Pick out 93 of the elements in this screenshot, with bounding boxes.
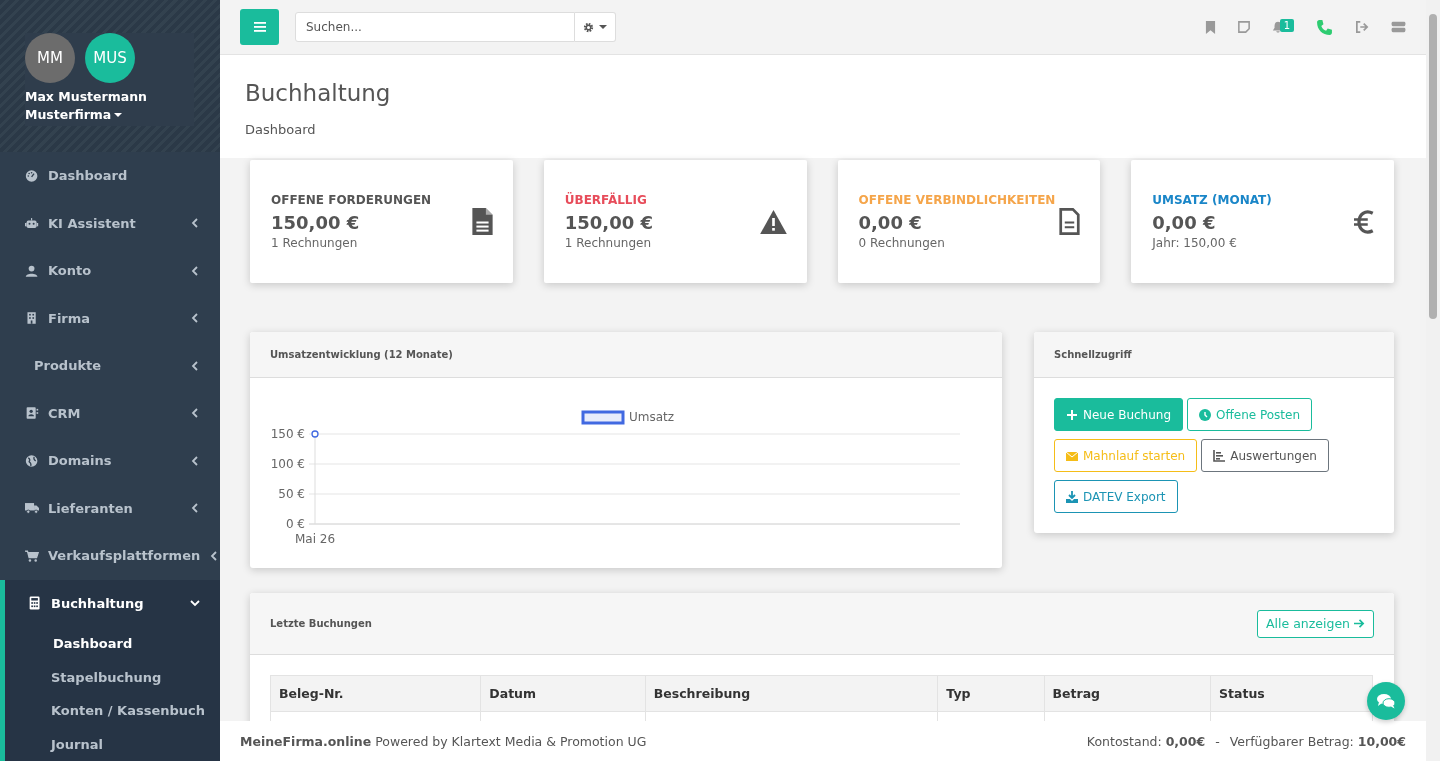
stat-label: OFFENE FORDERUNGEN xyxy=(271,193,432,207)
server-icon xyxy=(1391,21,1406,33)
chevron-icon xyxy=(190,360,200,371)
panel-title: Umsatzentwicklung (12 Monate) xyxy=(270,349,453,360)
chevron-icon xyxy=(190,598,200,609)
page-title: Buchhaltung xyxy=(245,80,392,106)
phone-icon xyxy=(1316,18,1333,36)
stat-value: 150,00 € xyxy=(564,212,653,233)
plus-icon xyxy=(1066,408,1078,421)
menu-button[interactable] xyxy=(240,9,279,45)
stat-label: ÜBERFÄLLIG xyxy=(564,193,648,207)
panel-title: Schnellzugriff xyxy=(1054,349,1132,360)
chart-legend[interactable]: Umsatz xyxy=(581,410,675,425)
legend-label: Umsatz xyxy=(629,410,675,424)
search-field[interactable]: Suchen... xyxy=(295,12,575,42)
avatar[interactable]: MM xyxy=(25,33,75,83)
sidebar-item[interactable]: Konto xyxy=(0,247,220,295)
account-balance: Kontostand: 0,00€ xyxy=(1086,733,1206,749)
bookmark-icon xyxy=(1204,20,1216,34)
stat-label: UMSATZ (MONAT) xyxy=(1152,193,1272,207)
chat-icon xyxy=(1377,693,1395,709)
quick-action-button[interactable]: Auswertungen xyxy=(1201,439,1329,472)
submenu-item[interactable]: Stapelbuchung xyxy=(5,660,220,694)
stat-label: OFFENE VERBINDLICHKEITEN xyxy=(858,193,1056,207)
sidebar-item[interactable]: Lieferanten xyxy=(0,484,220,532)
download-icon xyxy=(1066,490,1078,503)
sidebar-item[interactable]: Firma xyxy=(0,294,220,342)
separator-text: - xyxy=(1215,733,1220,749)
warning-icon xyxy=(759,209,787,234)
stat-subtext: Jahr: 150,00 € xyxy=(1152,236,1238,250)
document-outline-icon xyxy=(1059,208,1081,235)
stat-subtext: 1 Rechnungen xyxy=(271,236,359,250)
chevron-icon xyxy=(190,265,200,276)
chevron-icon xyxy=(190,455,200,466)
column-header: Datum xyxy=(480,675,646,712)
cart-icon xyxy=(25,548,39,563)
submenu-item[interactable]: Dashboard xyxy=(5,627,220,661)
chevron-icon xyxy=(190,313,200,324)
user-icon xyxy=(25,263,39,278)
euro-icon xyxy=(1354,208,1374,235)
column-header: Betrag xyxy=(1044,675,1211,712)
column-header: Status xyxy=(1210,675,1373,712)
calculator-icon xyxy=(28,596,42,611)
x-tick-label: Mai 26 xyxy=(294,532,336,546)
sign-out-icon xyxy=(1355,21,1369,33)
submenu-item[interactable]: Konten / Kassenbuch xyxy=(5,694,220,728)
stat-value: 0,00 € xyxy=(1152,212,1217,233)
sidebar-item[interactable]: Domains xyxy=(0,437,220,485)
document-icon xyxy=(471,208,493,235)
y-tick-label: 150 € xyxy=(270,427,305,441)
truck-icon xyxy=(25,501,39,516)
company-dropdown[interactable]: Musterfirma xyxy=(25,107,123,122)
stat-subtext: 0 Rechnungen xyxy=(858,236,946,250)
envelope-icon xyxy=(1066,449,1078,462)
y-tick-label: 50 € xyxy=(278,487,305,501)
search-options-button[interactable] xyxy=(575,12,616,42)
note-icon xyxy=(1237,21,1250,33)
column-header: Typ xyxy=(937,675,1045,712)
quick-action-button[interactable]: DATEV Export xyxy=(1054,480,1178,513)
building-icon xyxy=(25,311,39,326)
column-header: Beschreibung xyxy=(645,675,938,712)
clock-icon xyxy=(1199,408,1212,421)
contact-card-icon xyxy=(25,406,39,421)
sidebar-item[interactable]: CRM xyxy=(0,389,220,437)
stat-value: 150,00 € xyxy=(271,212,361,233)
sidebar-item[interactable]: Buchhaltung xyxy=(5,579,220,627)
user-name: Max Mustermann xyxy=(25,89,148,104)
footer-credits: MeineFirma.online Powered by Klartext Media & Promotion UG xyxy=(240,733,647,749)
stat-subtext: 1 Rechnungen xyxy=(564,236,652,250)
chevron-icon xyxy=(190,408,200,419)
robot-icon xyxy=(25,216,39,231)
sidebar-item[interactable]: Dashboard xyxy=(0,152,220,200)
available-amount: Verfügbarer Betrag: 10,00€ xyxy=(1229,733,1406,749)
sidebar-item[interactable]: Verkaufsplattformen xyxy=(0,532,220,580)
column-header: Beleg-Nr. xyxy=(270,675,481,712)
panel-title: Letzte Buchungen xyxy=(270,618,372,629)
chevron-icon xyxy=(190,218,200,229)
sidebar-item[interactable]: KI Assistent xyxy=(0,199,220,247)
gear-icon xyxy=(583,21,594,33)
globe-icon xyxy=(25,453,39,468)
y-tick-label: 100 € xyxy=(270,457,305,471)
sidebar-item[interactable]: Produkte xyxy=(0,342,220,390)
menu-icon xyxy=(253,22,266,32)
breadcrumb: Dashboard xyxy=(245,122,317,137)
gauge-icon xyxy=(25,168,39,183)
submenu-item[interactable]: Journal xyxy=(5,727,220,761)
bar-chart-icon xyxy=(1213,449,1226,462)
data-point xyxy=(311,430,319,438)
arrow-right-icon xyxy=(1354,618,1365,629)
chevron-icon xyxy=(209,550,220,561)
chevron-icon xyxy=(190,503,200,514)
stat-value: 0,00 € xyxy=(858,212,923,233)
y-tick-label: 0 € xyxy=(285,517,305,531)
